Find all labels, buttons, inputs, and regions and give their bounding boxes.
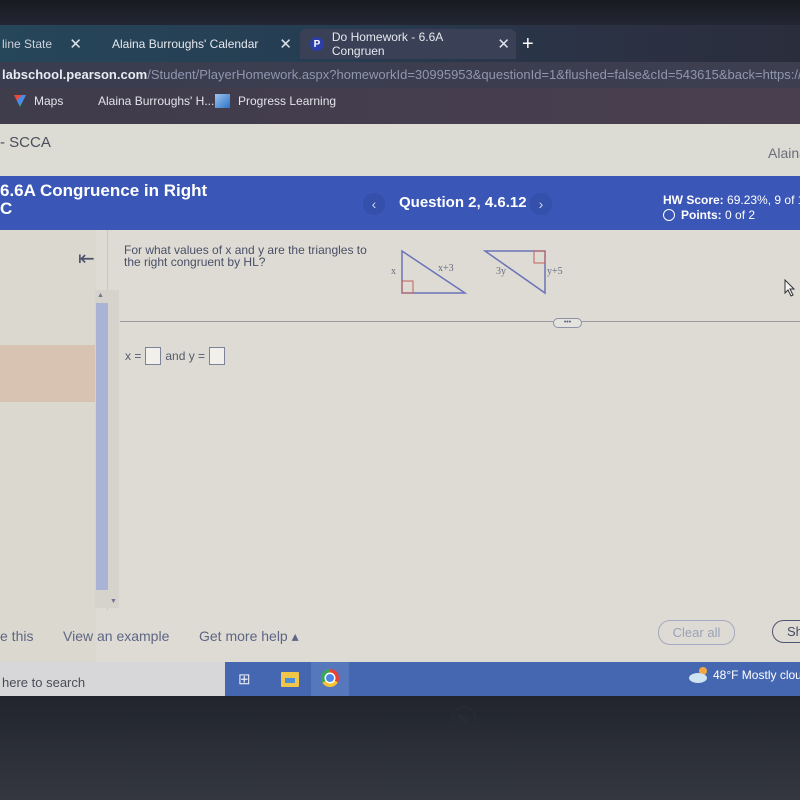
show-work-button[interactable]: Sh (772, 620, 800, 643)
triangle-2-hypotenuse-label: 3y (496, 266, 506, 277)
help-me-solve-this-link[interactable]: e this (0, 628, 33, 644)
maps-icon (14, 95, 26, 107)
bookmark-label: Alaina Burroughs' H... (98, 94, 215, 108)
course-strip (0, 124, 800, 176)
question-list-panel (0, 230, 96, 662)
collapse-panel-icon[interactable]: ⇤ (78, 246, 95, 271)
bookmark-progress-learning[interactable]: Progress Learning (215, 94, 336, 108)
y-answer-input[interactable] (209, 347, 226, 365)
tab-calendar[interactable]: Alaina Burroughs' Calendar ✕ (112, 29, 292, 59)
mouse-cursor-icon (784, 279, 796, 297)
scrollbar-thumb[interactable] (96, 303, 108, 590)
points-label: Points: (681, 208, 722, 222)
taskbar-search-placeholder: here to search (2, 675, 86, 690)
user-name[interactable]: Alaina (768, 145, 800, 161)
scroll-down-arrow-icon[interactable]: ▼ (110, 598, 117, 605)
tab-online-state[interactable]: line State ✕ (0, 29, 82, 59)
browser-tab-bar: line State ✕ Alaina Burroughs' Calendar … (0, 25, 800, 62)
previous-question-button[interactable]: ‹ (363, 193, 385, 215)
bookmark-alaina[interactable]: Alaina Burroughs' H... (98, 94, 214, 108)
pearson-p-icon: P (310, 37, 324, 51)
hw-score: HW Score: 69.23%, 9 of 1 (663, 193, 800, 207)
next-question-button[interactable]: › (530, 193, 552, 215)
view-an-example-link[interactable]: View an example (63, 628, 169, 644)
close-icon[interactable]: ✕ (69, 35, 82, 53)
hw-score-label: HW Score: (663, 193, 724, 207)
bookmark-label: Maps (34, 94, 64, 108)
right-angle-marker (533, 250, 546, 264)
triangle-2-shape (482, 250, 546, 295)
triangle-1: x x+3 (391, 249, 468, 294)
assignment-title: 6.6A Congruence in Right C (0, 182, 207, 218)
scroll-up-arrow-icon[interactable]: ▲ (97, 292, 104, 299)
and-y-label: and y = (165, 349, 206, 363)
close-icon[interactable]: ✕ (497, 35, 510, 53)
tab-do-homework[interactable]: P Do Homework - 6.6A Congruen ✕ (300, 29, 516, 59)
url-host: labschool.pearson.com (2, 67, 148, 82)
hp-logo: hp (452, 707, 476, 731)
points-circle-icon (663, 209, 675, 221)
triangles-figure: x x+3 3y y+5 (391, 249, 563, 295)
screen-bezel-bottom (0, 696, 800, 800)
file-explorer-icon[interactable] (281, 672, 299, 687)
triangle-2: 3y y+5 (482, 250, 563, 295)
new-tab-button[interactable]: + (522, 33, 534, 56)
get-more-help-link[interactable]: Get more help ▴ (199, 628, 299, 645)
x-answer-input[interactable] (145, 347, 162, 365)
more-options-button[interactable]: ••• (553, 318, 582, 328)
tab-label: Do Homework - 6.6A Congruen (331, 30, 443, 58)
points-value: 0 of 2 (725, 208, 756, 222)
screen-bezel-top (0, 0, 800, 25)
url-text[interactable]: labschool.pearson.com/Student/PlayerHome… (2, 67, 800, 82)
x-label: x = (125, 349, 142, 363)
section-divider (120, 321, 800, 322)
course-name: - SCCA (0, 134, 51, 151)
assignment-title-line2: C (0, 199, 13, 218)
tab-label: Alaina Burroughs' Calendar (112, 37, 259, 51)
url-path: /Student/PlayerHomework.aspx?homeworkId=… (147, 67, 800, 82)
task-view-icon[interactable]: ⊞ (238, 670, 251, 688)
bookmark-label: Progress Learning (238, 94, 337, 108)
points: Points: 0 of 2 (663, 208, 755, 222)
weather-text[interactable]: 48°F Mostly clou (713, 668, 800, 682)
bookmark-maps[interactable]: Maps (14, 94, 63, 108)
close-icon[interactable]: ✕ (279, 35, 292, 53)
triangle-2-leg-label: y+5 (547, 266, 563, 277)
chrome-icon[interactable] (321, 669, 339, 687)
weather-cloud-sun-icon (689, 667, 707, 683)
question-list-item-active[interactable] (0, 345, 96, 402)
triangle-1-shape (401, 249, 468, 294)
triangle-1-leg-label: x (391, 266, 396, 277)
tab-label: line State (2, 37, 53, 51)
question-text: For what values of x and y are the trian… (124, 243, 367, 269)
answer-row: x = and y = (125, 347, 229, 365)
assignment-title-line1: 6.6A Congruence in Right (0, 181, 208, 200)
triangle-1-hypotenuse-label: x+3 (438, 263, 454, 274)
clear-all-button[interactable]: Clear all (658, 620, 735, 645)
question-label[interactable]: Question 2, 4.6.12 (399, 194, 527, 211)
hw-score-value: 69.23%, 9 of 1 (727, 193, 800, 207)
progress-learning-icon (215, 94, 230, 108)
right-angle-marker (401, 280, 414, 294)
